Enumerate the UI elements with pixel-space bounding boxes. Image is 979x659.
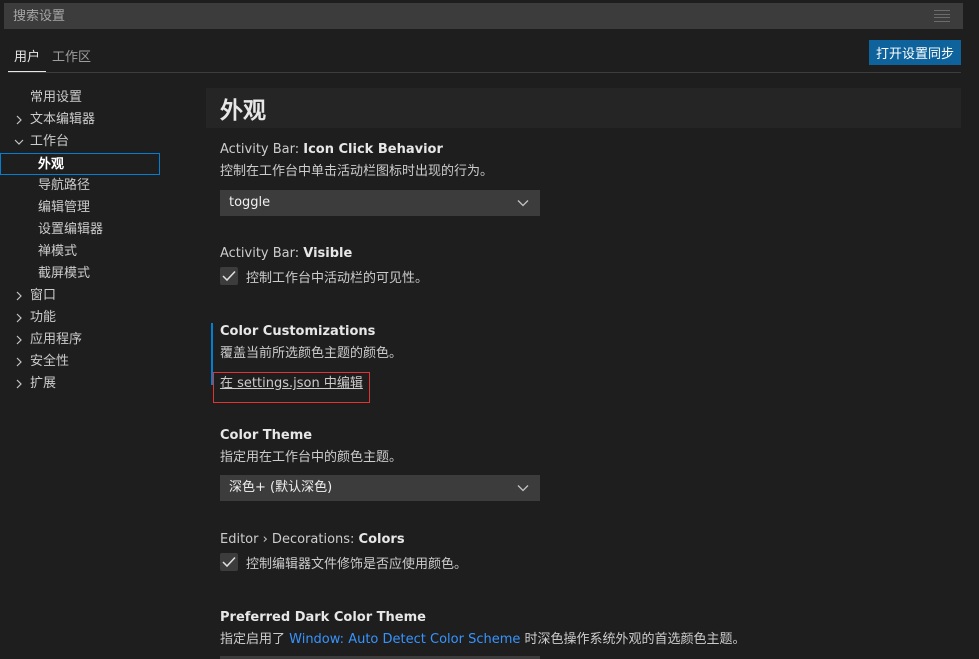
toc-item-settings-editor[interactable]: 设置编辑器 <box>0 219 162 241</box>
checkbox-label: 控制工作台中活动栏的可见性。 <box>246 270 429 286</box>
setting-description: 指定启用了 Window: Auto Detect Color Scheme 时… <box>220 632 746 647</box>
checkbox-label: 控制编辑器文件修饰是否应使用颜色。 <box>246 556 468 572</box>
toc-item-workbench[interactable]: 工作台 <box>0 131 162 153</box>
turn-on-settings-sync-button[interactable]: 打开设置同步 <box>868 40 961 65</box>
activity-bar-visible-checkbox[interactable] <box>220 267 238 285</box>
setting-icon-click-behavior: Activity Bar: Icon Click Behavior 控制在工作台… <box>220 140 960 216</box>
settings-toc: 常用设置 文本编辑器 工作台 外观 导航路径 编辑管理 设置编辑器 禅模式 截屏… <box>0 87 162 395</box>
setting-activity-bar-visible: Activity Bar: Visible 控制工作台中活动栏的可见性。 <box>220 244 960 286</box>
color-theme-select[interactable]: 深色+ (默认深色) <box>220 475 540 501</box>
setting-title: Color Customizations <box>220 324 376 339</box>
toc-item-label: 设置编辑器 <box>38 222 104 237</box>
toc-item-breadcrumbs[interactable]: 导航路径 <box>0 175 162 197</box>
toc-item-screencast-mode[interactable]: 截屏模式 <box>0 263 162 285</box>
toc-item-label: 常用设置 <box>30 90 83 105</box>
toc-item-label: 应用程序 <box>30 332 83 347</box>
search-input[interactable] <box>13 8 934 24</box>
toc-item-editor-management[interactable]: 编辑管理 <box>0 197 162 219</box>
chevron-down-icon <box>13 131 25 153</box>
chevron-right-icon <box>13 285 25 307</box>
toc-item-features[interactable]: 功能 <box>0 307 162 329</box>
toc-item-label: 工作台 <box>30 134 70 149</box>
toc-item-label: 外观 <box>38 157 65 172</box>
toc-item-commonly-used[interactable]: 常用设置 <box>0 87 162 109</box>
toc-item-text-editor[interactable]: 文本编辑器 <box>0 109 162 131</box>
check-icon <box>222 270 236 282</box>
auto-detect-color-scheme-link[interactable]: Window: Auto Detect Color Scheme <box>289 632 520 647</box>
tab-user[interactable]: 用户 <box>8 38 47 72</box>
icon-click-behavior-select[interactable]: toggle <box>220 190 540 216</box>
toc-item-zen-mode[interactable]: 禅模式 <box>0 241 162 263</box>
section-header: 外观 <box>206 88 961 128</box>
toc-item-label: 禅模式 <box>38 244 78 259</box>
setting-description: 指定用在工作台中的颜色主题。 <box>220 450 403 465</box>
toc-item-label: 编辑管理 <box>38 200 91 215</box>
tabs-divider <box>8 72 961 73</box>
setting-color-customizations: Color Customizations 覆盖当前所选颜色主题的颜色。 <box>220 322 960 364</box>
toc-item-label: 导航路径 <box>38 178 91 193</box>
edit-in-settings-json-link[interactable]: 在 settings.json 中编辑 <box>213 372 370 403</box>
checkbox-row: 控制工作台中活动栏的可见性。 <box>220 266 960 286</box>
toc-item-label: 文本编辑器 <box>30 112 96 127</box>
toc-item-appearance[interactable]: 外观 <box>0 153 160 175</box>
setting-title: Preferred Dark Color Theme <box>220 610 426 625</box>
setting-title: Activity Bar: Icon Click Behavior <box>220 142 443 157</box>
tab-workspace[interactable]: 工作区 <box>46 38 97 72</box>
chevron-right-icon <box>13 329 25 351</box>
toc-item-window[interactable]: 窗口 <box>0 285 162 307</box>
toc-item-label: 功能 <box>30 310 57 325</box>
chevron-down-icon <box>517 191 529 215</box>
chevron-right-icon <box>13 109 25 131</box>
setting-title: Editor › Decorations: Colors <box>220 532 405 547</box>
toc-item-extensions[interactable]: 扩展 <box>0 373 162 395</box>
setting-editor-decorations-colors: Editor › Decorations: Colors 控制编辑器文件修饰是否… <box>220 530 960 572</box>
chevron-right-icon <box>13 351 25 373</box>
setting-color-theme: Color Theme 指定用在工作台中的颜色主题。 深色+ (默认深色) <box>220 426 960 501</box>
setting-title: Activity Bar: Visible <box>220 246 353 261</box>
setting-description: 控制在工作台中单击活动栏图标时出现的行为。 <box>220 164 494 179</box>
setting-title: Color Theme <box>220 428 313 443</box>
checkbox-row: 控制编辑器文件修饰是否应使用颜色。 <box>220 552 960 572</box>
toc-item-label: 截屏模式 <box>38 266 91 281</box>
toc-item-label: 窗口 <box>30 288 57 303</box>
section-title: 外观 <box>220 98 266 124</box>
toc-item-security[interactable]: 安全性 <box>0 351 162 373</box>
settings-tabs: 用户 工作区 <box>8 38 97 72</box>
toc-item-application[interactable]: 应用程序 <box>0 329 162 351</box>
chevron-down-icon <box>517 476 529 500</box>
setting-description: 覆盖当前所选颜色主题的颜色。 <box>220 346 403 361</box>
check-icon <box>222 556 236 568</box>
setting-preferred-dark-color-theme: Preferred Dark Color Theme 指定启用了 Window:… <box>220 608 960 650</box>
filter-icon[interactable] <box>934 10 950 22</box>
chevron-right-icon <box>13 307 25 329</box>
decorations-colors-checkbox[interactable] <box>220 553 238 571</box>
search-bar[interactable] <box>4 3 963 29</box>
chevron-right-icon <box>13 373 25 395</box>
toc-item-label: 安全性 <box>30 354 70 369</box>
toc-item-label: 扩展 <box>30 376 57 391</box>
